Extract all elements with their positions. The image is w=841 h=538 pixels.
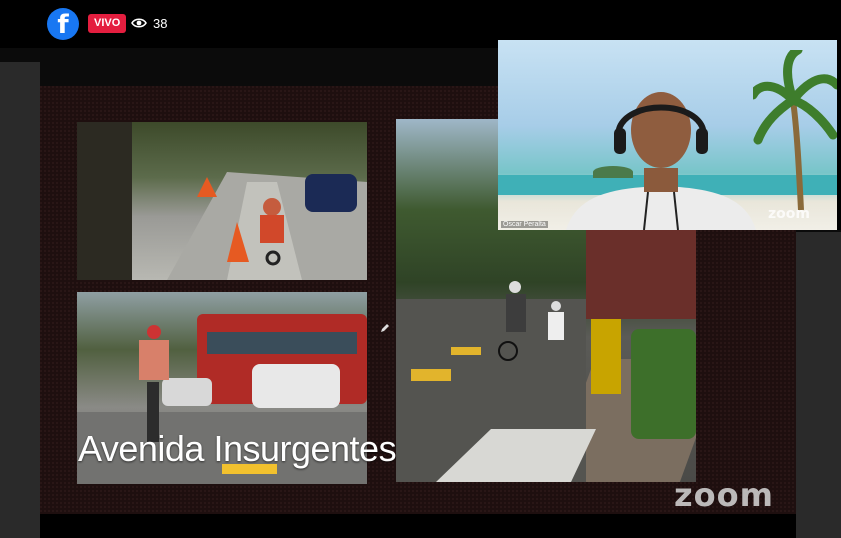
slide-caption: Avenida Insurgentes <box>78 428 397 469</box>
right-gutter <box>796 232 841 538</box>
participant-name-label: Oscar Peralta <box>501 221 548 228</box>
camera-zoom-tag: zoom <box>768 206 810 222</box>
participant-video <box>566 92 756 230</box>
eye-icon <box>131 18 147 28</box>
left-gutter <box>0 62 40 538</box>
zoom-watermark: zoom <box>674 476 774 514</box>
bike-lane-cyclists-photo <box>77 122 367 280</box>
participant-video-tile[interactable]: Oscar Peralta zoom <box>498 40 837 230</box>
facebook-icon[interactable]: f <box>47 8 79 40</box>
annotation-pencil-icon <box>381 324 389 332</box>
palm-tree-image <box>753 50 837 210</box>
viewer-count: 38 <box>153 16 168 31</box>
live-badge: VIVO <box>88 14 127 33</box>
camera-tile-edge <box>837 40 841 230</box>
stream-bottom-bar <box>40 514 796 538</box>
